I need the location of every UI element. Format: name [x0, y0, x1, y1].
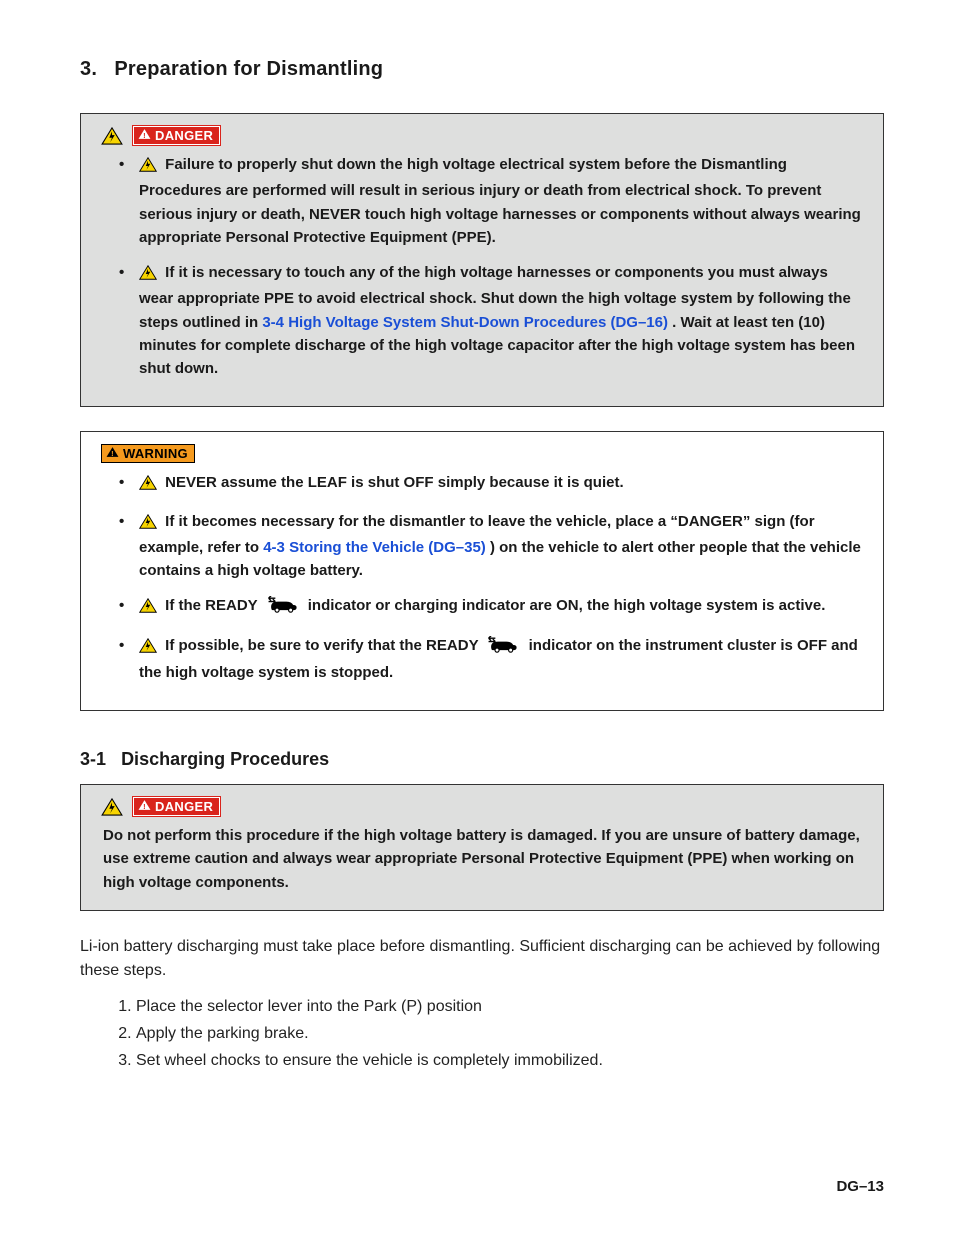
intro-text: Li-ion battery discharging must take pla… — [80, 935, 884, 983]
high-voltage-icon — [139, 597, 157, 620]
warning-item-text: NEVER assume the LEAF is shut OFF simply… — [165, 474, 623, 491]
danger-item: If it is necessary to touch any of the h… — [115, 261, 863, 380]
danger-body: Do not perform this procedure if the hig… — [103, 824, 863, 894]
step-item: Apply the parking brake. — [136, 1022, 884, 1045]
svg-text:!: ! — [111, 449, 114, 458]
subsection-title: 3-1 Discharging Procedures — [80, 749, 884, 770]
step-item: Set wheel chocks to ensure the vehicle i… — [136, 1049, 884, 1072]
danger-list: Failure to properly shut down the high v… — [115, 153, 863, 380]
high-voltage-icon — [139, 156, 157, 179]
danger-item: Failure to properly shut down the high v… — [115, 153, 863, 249]
warning-header: ! WARNING — [101, 444, 863, 463]
warning-callout: ! WARNING NEVER assume the LEAF is shut … — [80, 431, 884, 711]
warning-item: If the READY indicator or charging indic… — [115, 594, 863, 621]
warning-triangle-icon: ! — [106, 446, 119, 461]
cross-ref-link[interactable]: 3-4 High Voltage System Shut-Down Proced… — [262, 314, 668, 331]
ready-indicator-icon — [266, 596, 300, 621]
warning-triangle-icon: ! — [138, 799, 151, 814]
svg-text:!: ! — [143, 802, 146, 811]
warning-badge: ! WARNING — [101, 444, 195, 463]
high-voltage-icon — [139, 264, 157, 287]
danger-item-text: Failure to properly shut down the high v… — [139, 156, 861, 246]
warning-item: If it becomes necessary for the dismantl… — [115, 510, 863, 583]
subsection-number: 3-1 — [80, 749, 106, 769]
warning-item-text-post: indicator or charging indicator are ON, … — [308, 597, 826, 614]
section-title-text: Preparation for Dismantling — [114, 58, 383, 80]
svg-text:!: ! — [143, 131, 146, 140]
high-voltage-icon — [101, 127, 123, 145]
danger-badge: ! DANGER — [133, 126, 220, 145]
cross-ref-link[interactable]: 4-3 Storing the Vehicle (DG–35) — [263, 539, 486, 556]
warning-list: NEVER assume the LEAF is shut OFF simply… — [115, 471, 863, 684]
subsection-title-text: Discharging Procedures — [121, 749, 329, 769]
steps-list: Place the selector lever into the Park (… — [136, 995, 884, 1073]
page-number: DG–13 — [836, 1178, 884, 1195]
warning-item: NEVER assume the LEAF is shut OFF simply… — [115, 471, 863, 497]
warning-item-text: If possible, be sure to verify that the … — [165, 637, 482, 654]
danger-header: ! DANGER — [101, 126, 863, 145]
step-item: Place the selector lever into the Park (… — [136, 995, 884, 1018]
high-voltage-icon — [101, 798, 123, 816]
section-title: 3. Preparation for Dismantling — [80, 58, 884, 81]
warning-triangle-icon: ! — [138, 128, 151, 143]
danger-label: DANGER — [155, 128, 213, 143]
danger-header: ! DANGER — [101, 797, 863, 816]
danger-label: DANGER — [155, 799, 213, 814]
high-voltage-icon — [139, 513, 157, 536]
danger-callout-1: ! DANGER Failure to properly shut down t… — [80, 113, 884, 407]
high-voltage-icon — [139, 637, 157, 660]
high-voltage-icon — [139, 474, 157, 497]
danger-callout-2: ! DANGER Do not perform this procedure i… — [80, 784, 884, 911]
section-number: 3. — [80, 58, 97, 80]
danger-badge: ! DANGER — [133, 797, 220, 816]
ready-indicator-icon — [486, 636, 520, 661]
warning-item-text: If the READY — [165, 597, 261, 614]
warning-item: If possible, be sure to verify that the … — [115, 634, 863, 685]
warning-label: WARNING — [123, 446, 188, 461]
